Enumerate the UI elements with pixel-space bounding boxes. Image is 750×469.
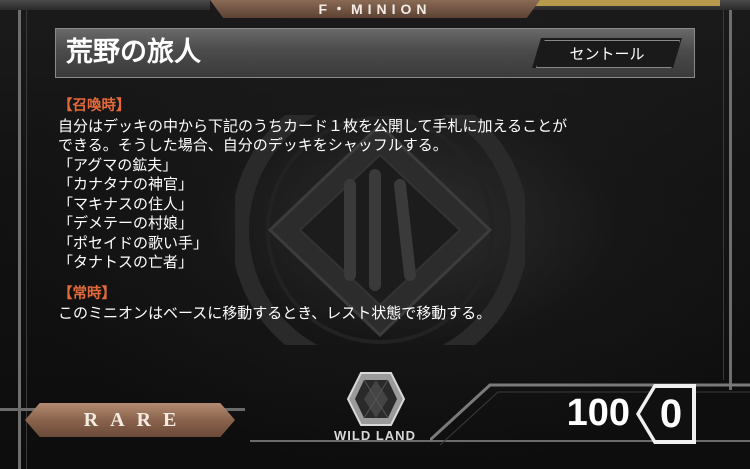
top-frame-gold [530,0,720,6]
search-target: 「アグマの鉱夫」 [58,155,178,174]
search-target: 「ポセイドの歌い手」 [58,233,209,252]
ability-text: 【召喚時】 自分はデッキの中から下記のうちカード１枚を公開して手札に加えることが… [58,97,698,324]
frame-right-line [729,0,732,390]
card: F・MINION 荒野の旅人 セントール 【召喚時】 自分はデッキの中から下記の… [0,0,750,469]
frame-left-inner-line [26,0,27,469]
rarity-label: RARE [83,408,189,431]
ability-line: このミニオンはベースに移動するとき、レスト状態で移動する。 [58,304,492,322]
race-tag-border [536,40,680,68]
summon-keyword: 【召喚時】 [58,98,131,114]
set-name: WILD LAND [334,428,416,443]
frame-left-line [18,0,21,469]
top-frame-right [530,0,750,10]
constant-keyword: 【常時】 [58,285,116,302]
card-type: F・MINION [318,1,432,17]
card-name: 荒野の旅人 [66,37,201,68]
card-type-plate: F・MINION [210,0,540,18]
top-frame-left [0,0,210,10]
rarity-plate: RARE [25,403,235,437]
ability-line: 自分はデッキの中から下記のうちカード１枚を公開して手札に加えることが [58,116,568,135]
search-target: 「デメテーの村娘」 [58,214,194,232]
frame-right-inner-line [723,0,724,380]
cost-number: 0 [659,391,683,436]
ability-line: できる。そうした場合、自分のデッキをシャッフルする。 [58,136,448,154]
search-target: 「カナタナの神官」 [58,175,194,193]
value-number: 100 [566,392,630,434]
hexagon-gem-icon [346,372,406,426]
search-target: 「タナトスの亡者」 [58,253,194,271]
search-target: 「マキナスの住人」 [58,194,194,213]
